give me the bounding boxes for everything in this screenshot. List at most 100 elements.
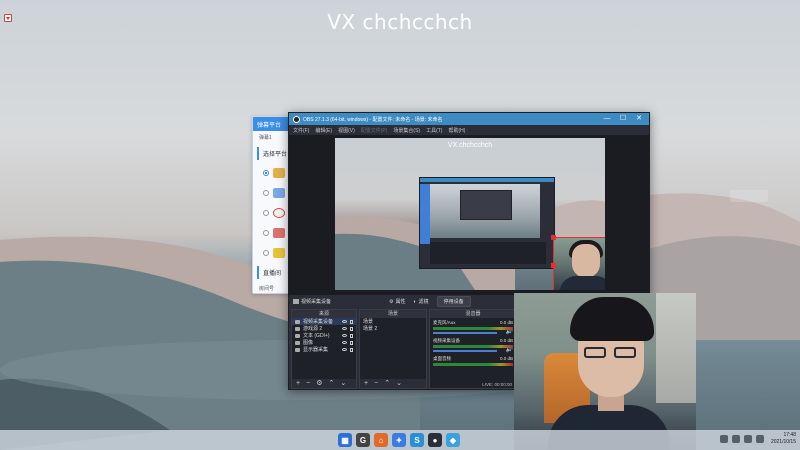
source-item[interactable]: 视频采集设备: [292, 318, 356, 325]
taskbar-apps: ▦ G ⌂ ✦ S ● ◆: [338, 433, 460, 447]
platform-logo-icon: [273, 188, 285, 198]
radio-icon[interactable]: [263, 230, 269, 236]
channel-db: 0.0 dB: [499, 356, 513, 361]
stream-overlay-title: VX chchcchch: [327, 10, 473, 34]
scenes-header: 场景: [360, 310, 426, 318]
lock-icon[interactable]: [350, 340, 353, 345]
move-down-icon[interactable]: ⌄: [396, 379, 402, 388]
tray-input-icon[interactable]: [756, 435, 764, 443]
radio-icon[interactable]: [263, 210, 269, 216]
menu-profile[interactable]: 配置文件(P): [361, 127, 388, 134]
camera-icon: [295, 319, 300, 324]
lock-icon[interactable]: [350, 326, 353, 331]
tray-wifi-icon[interactable]: [720, 435, 728, 443]
menu-edit[interactable]: 编辑(E): [315, 127, 332, 134]
webcam-overlay: [514, 293, 696, 450]
image-icon: [295, 340, 300, 345]
filter-icon: ◐: [413, 298, 417, 305]
volume-meter: [433, 345, 513, 348]
taskbar-app-paper-icon[interactable]: ⌂: [374, 433, 388, 447]
scene-item[interactable]: 场景 2: [360, 325, 426, 332]
taskbar-app-s-icon[interactable]: S: [410, 433, 424, 447]
deactivate-button[interactable]: 停用设备: [436, 296, 471, 307]
faded-overlay-panel: [724, 176, 774, 220]
selected-source-label: 视频采集设备: [293, 298, 331, 305]
filters-button[interactable]: ◐ 滤镜: [413, 298, 429, 306]
taskbar-obs-icon[interactable]: ●: [428, 433, 442, 447]
platform-logo-icon: [273, 248, 285, 258]
obs-preview-canvas[interactable]: VX chchcchch: [335, 138, 605, 290]
scenes-toolbar: + − ⌃ ⌄: [360, 379, 426, 388]
mixer-channel: 麦克风/Aux 0.0 dB 🔊: [430, 318, 516, 336]
menu-file[interactable]: 文件(F): [293, 127, 309, 134]
lock-icon[interactable]: [350, 333, 353, 338]
tray-battery-icon[interactable]: [744, 435, 752, 443]
system-tray: [720, 435, 764, 443]
lock-icon[interactable]: [350, 347, 353, 352]
menu-help[interactable]: 帮助(H): [448, 127, 465, 134]
add-icon[interactable]: +: [296, 379, 300, 388]
move-up-icon[interactable]: ⌃: [328, 379, 334, 388]
radio-icon[interactable]: [263, 250, 269, 256]
add-icon[interactable]: +: [364, 379, 368, 388]
radio-icon[interactable]: [263, 170, 269, 176]
minimize-button[interactable]: —: [599, 113, 615, 125]
channel-name: 视频采集设备: [433, 338, 460, 343]
obs-titlebar[interactable]: OBS 27.1.3 (64-bit, windows) - 配置文件: 未命名…: [289, 113, 649, 125]
gear-icon[interactable]: ⚙: [316, 379, 322, 388]
eye-icon[interactable]: [342, 320, 347, 323]
eye-icon[interactable]: [342, 327, 347, 330]
taskbar-app-circle-icon[interactable]: ✦: [392, 433, 406, 447]
remove-icon[interactable]: −: [374, 379, 378, 388]
remove-icon[interactable]: −: [306, 379, 310, 388]
stream-status: LIVE: 00:00:00: [482, 382, 512, 387]
maximize-button[interactable]: ☐: [615, 113, 631, 125]
volume-slider[interactable]: [433, 332, 497, 334]
clock-date: 2021/10/15: [770, 439, 796, 445]
resize-handle-icon[interactable]: [551, 263, 556, 268]
radio-icon[interactable]: [263, 190, 269, 196]
mixer-header: 混音器: [430, 310, 516, 318]
eye-icon[interactable]: [342, 334, 347, 337]
eye-icon[interactable]: [342, 341, 347, 344]
menu-tools[interactable]: 工具(T): [426, 127, 442, 134]
obs-window-title: OBS 27.1.3 (64-bit, windows) - 配置文件: 未命名…: [303, 116, 443, 123]
platform-logo-icon: [273, 168, 285, 178]
volume-meter: [433, 363, 513, 366]
menu-view[interactable]: 视图(V): [338, 127, 355, 134]
scene-item[interactable]: 场景: [360, 318, 426, 325]
text-icon: [295, 333, 300, 338]
channel-name: 桌面音频: [433, 356, 451, 361]
tray-volume-icon[interactable]: [732, 435, 740, 443]
preview-overlay-title: VX chchcchch: [447, 142, 493, 149]
obs-menubar: 文件(F) 编辑(E) 视图(V) 配置文件(P) 场景集合(S) 工具(T) …: [289, 125, 649, 135]
menu-scene-collection[interactable]: 场景集合(S): [393, 127, 420, 134]
taskbar-app-g-icon[interactable]: G: [356, 433, 370, 447]
gamepad-icon: [295, 326, 300, 331]
lock-icon[interactable]: [350, 319, 353, 324]
move-up-icon[interactable]: ⌃: [384, 379, 390, 388]
webcam-source-selected[interactable]: [551, 235, 605, 290]
source-item[interactable]: 文本 (GDI+): [292, 332, 356, 339]
platform-logo-icon: [273, 228, 285, 238]
sources-dock: 来源 视频采集设备 游戏源 2 文本 (GDI+) 图像 显示器采集 + − ⚙ ⌃ ⌄: [291, 309, 357, 389]
resize-handle-icon[interactable]: [551, 235, 556, 240]
sources-toolbar: + − ⚙ ⌃ ⌄: [292, 379, 356, 388]
mixer-channel: 桌面音频 0.0 dB: [430, 354, 516, 368]
properties-button[interactable]: ⚙ 属性: [389, 298, 406, 306]
source-item[interactable]: 图像: [292, 339, 356, 346]
move-down-icon[interactable]: ⌄: [340, 379, 346, 388]
taskbar-app-tag-icon[interactable]: ◆: [446, 433, 460, 447]
volume-slider[interactable]: [433, 350, 497, 352]
source-item[interactable]: 游戏源 2: [292, 325, 356, 332]
eye-icon[interactable]: [342, 348, 347, 351]
scenes-dock: 场景 场景 场景 2 + − ⌃ ⌄: [359, 309, 427, 389]
source-item[interactable]: 显示器采集: [292, 346, 356, 353]
channel-db: 0.0 dB: [499, 338, 513, 343]
close-button[interactable]: ✕: [631, 113, 647, 125]
taskbar-start-icon[interactable]: ▦: [338, 433, 352, 447]
taskbar-clock[interactable]: 17:48 2021/10/15: [771, 432, 796, 446]
channel-name: 麦克风/Aux: [433, 320, 456, 325]
gear-icon: ⚙: [389, 298, 394, 305]
sources-header: 来源: [292, 310, 356, 318]
